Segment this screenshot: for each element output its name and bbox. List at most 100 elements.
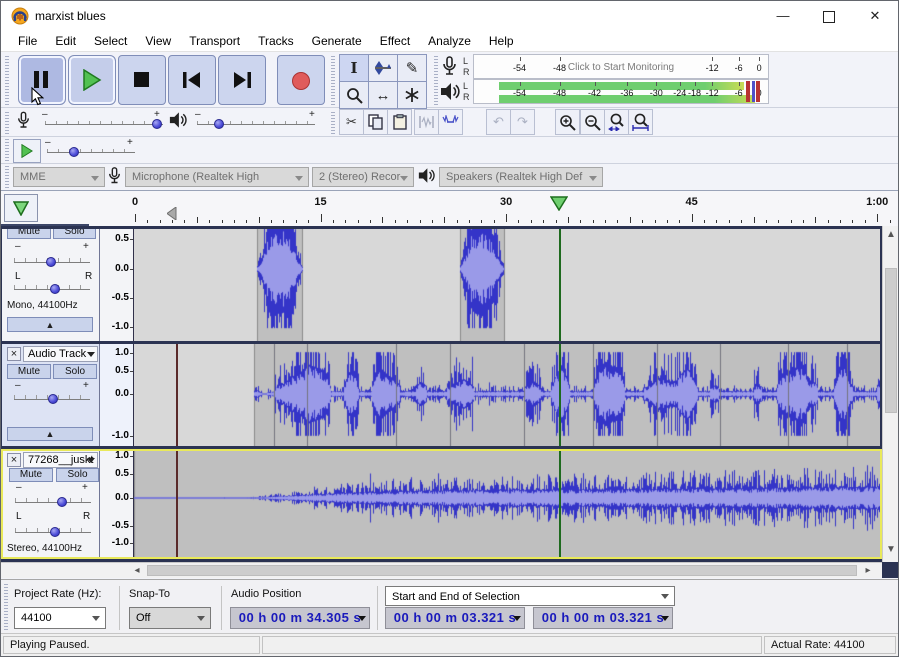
draw-tool-button[interactable]: ✎ (397, 54, 427, 82)
skip-to-end-button[interactable] (218, 55, 266, 105)
mixer-toolbar-grip[interactable] (5, 110, 9, 134)
track2-solo-button[interactable]: Solo (53, 364, 97, 379)
project-rate-dropdown[interactable]: 44100 (14, 607, 106, 629)
track3-close-button[interactable]: × (7, 453, 21, 467)
track2-collapse-button[interactable]: ▲ (7, 427, 93, 441)
edit-toolbar-grip[interactable] (331, 110, 335, 134)
recording-volume-slider[interactable] (45, 124, 163, 125)
playback-volume-thumb[interactable] (214, 119, 224, 129)
track3-waveform[interactable] (134, 451, 880, 557)
audio-host-dropdown[interactable]: MME (13, 167, 105, 187)
record-meter-mic-icon[interactable] (442, 56, 457, 77)
track3-gain-thumb[interactable] (57, 497, 67, 507)
track3-control-panel[interactable]: × 77268__juskt Mute Solo – + L R Stereo,… (3, 451, 100, 557)
track2-gain-thumb[interactable] (48, 394, 58, 404)
track3-pan-thumb[interactable] (50, 527, 60, 537)
device-toolbar-grip[interactable] (5, 166, 9, 188)
pause-button[interactable] (18, 55, 66, 105)
scroll-up-arrow[interactable]: ▲ (885, 229, 897, 240)
playback-speed-slider[interactable] (47, 152, 135, 153)
timeline-options-button[interactable] (4, 194, 38, 222)
playback-speed-thumb[interactable] (69, 147, 79, 157)
envelope-tool-button[interactable] (368, 54, 398, 82)
cut-button[interactable]: ✂ (339, 109, 364, 135)
horizontal-scrollbar-thumb[interactable] (147, 565, 857, 576)
track1-pan-thumb[interactable] (50, 284, 60, 294)
stop-button[interactable] (118, 55, 166, 105)
record-meter[interactable]: Click to Start Monitoring -54-48-12-60 (473, 54, 769, 79)
zoom-tool-button[interactable] (339, 81, 369, 109)
time-shift-tool-button[interactable]: ↔ (368, 81, 398, 109)
zoom-out-button[interactable] (580, 109, 605, 135)
track2-control-panel[interactable]: × Audio Track Mute Solo – + ▲ (2, 344, 100, 446)
track3-vertical-scale[interactable]: 1.00.50.0-0.5-1.0 (100, 451, 134, 557)
selection-mode-dropdown[interactable]: Start and End of Selection (385, 586, 675, 606)
menu-item-transport[interactable]: Transport (180, 32, 249, 50)
audio-position-field[interactable]: 00 h 00 m 34.305 s (230, 607, 370, 629)
menu-item-tracks[interactable]: Tracks (249, 32, 303, 50)
transport-toolbar-grip[interactable] (5, 55, 9, 105)
menu-item-generate[interactable]: Generate (303, 32, 371, 50)
vertical-scrollbar[interactable]: ▲ ▼ (882, 226, 898, 562)
menu-item-file[interactable]: File (9, 32, 46, 50)
zoom-in-button[interactable] (555, 109, 580, 135)
silence-audio-button[interactable] (438, 109, 463, 135)
track2-title-dropdown[interactable]: Audio Track (23, 346, 98, 362)
undo-button[interactable]: ↶ (486, 109, 511, 135)
menu-item-edit[interactable]: Edit (46, 32, 85, 50)
scroll-down-arrow[interactable]: ▼ (885, 544, 897, 555)
redo-button[interactable]: ↷ (510, 109, 535, 135)
track1-control-panel[interactable]: Mute Solo – + L R Mono, 44100Hz ▲ (2, 229, 100, 341)
playhead-marker[interactable] (550, 196, 568, 211)
skip-to-start-button[interactable] (168, 55, 216, 105)
track2-waveform[interactable] (134, 344, 880, 446)
maximize-button[interactable] (806, 1, 852, 31)
play-at-speed-button[interactable] (13, 139, 41, 163)
transcription-toolbar-grip[interactable] (5, 139, 9, 161)
menu-item-analyze[interactable]: Analyze (419, 32, 480, 50)
track1-gain-thumb[interactable] (46, 257, 56, 267)
record-button[interactable] (277, 55, 325, 105)
selection-toolbar-grip[interactable] (4, 584, 8, 630)
vertical-scrollbar-thumb[interactable] (885, 268, 897, 413)
close-button[interactable]: ✕ (852, 1, 898, 31)
recording-device-dropdown[interactable]: Microphone (Realtek High (125, 167, 309, 187)
play-meter-speaker-icon[interactable] (440, 82, 460, 101)
track1-solo-button[interactable]: Solo (53, 229, 96, 239)
menu-item-effect[interactable]: Effect (371, 32, 419, 50)
horizontal-scrollbar[interactable]: ◂ ▸ (1, 562, 882, 578)
fit-selection-button[interactable] (604, 109, 629, 135)
scroll-left-arrow[interactable]: ◂ (130, 565, 144, 576)
multi-tool-button[interactable] (397, 81, 427, 109)
menu-item-select[interactable]: Select (85, 32, 136, 50)
playback-device-dropdown[interactable]: Speakers (Realtek High Def (439, 167, 603, 187)
play-button[interactable] (68, 55, 116, 105)
paste-button[interactable] (387, 109, 412, 135)
track3-title-dropdown[interactable]: 77268__juskt (23, 452, 98, 468)
snap-to-dropdown[interactable]: Off (129, 607, 211, 629)
menu-item-help[interactable]: Help (480, 32, 523, 50)
selection-tool-button[interactable]: I (339, 54, 369, 82)
selection-end-field[interactable]: 00 h 00 m 03.321 s (533, 607, 673, 629)
play-meter[interactable]: -54-48-42-36-30-24-18-12-60 (473, 79, 769, 104)
fit-project-button[interactable] (628, 109, 653, 135)
copy-button[interactable] (363, 109, 388, 135)
track1-vertical-scale[interactable]: 0.50.0-0.5-1.0 (100, 229, 134, 341)
tools-toolbar-grip[interactable] (331, 55, 335, 105)
track1-collapse-button[interactable]: ▲ (7, 317, 93, 332)
track1-mute-button[interactable]: Mute (7, 229, 51, 239)
ruler-cursor-marker[interactable] (167, 207, 177, 220)
meter-toolbar-grip[interactable] (434, 55, 438, 105)
minimize-button[interactable]: — (760, 1, 806, 31)
timeline-ruler[interactable]: 01530451:00 (89, 192, 899, 226)
track2-mute-button[interactable]: Mute (7, 364, 51, 379)
track2-close-button[interactable]: × (7, 347, 21, 361)
menu-item-view[interactable]: View (136, 32, 180, 50)
track3-solo-button[interactable]: Solo (56, 468, 99, 482)
scroll-right-arrow[interactable]: ▸ (861, 565, 875, 576)
track2-vertical-scale[interactable]: 1.00.50.0-1.0 (100, 344, 134, 446)
recording-channels-dropdown[interactable]: 2 (Stereo) Recor (312, 167, 414, 187)
track1-waveform[interactable] (134, 229, 880, 341)
track3-gain-slider[interactable] (15, 502, 91, 503)
trim-audio-button[interactable] (414, 109, 439, 135)
